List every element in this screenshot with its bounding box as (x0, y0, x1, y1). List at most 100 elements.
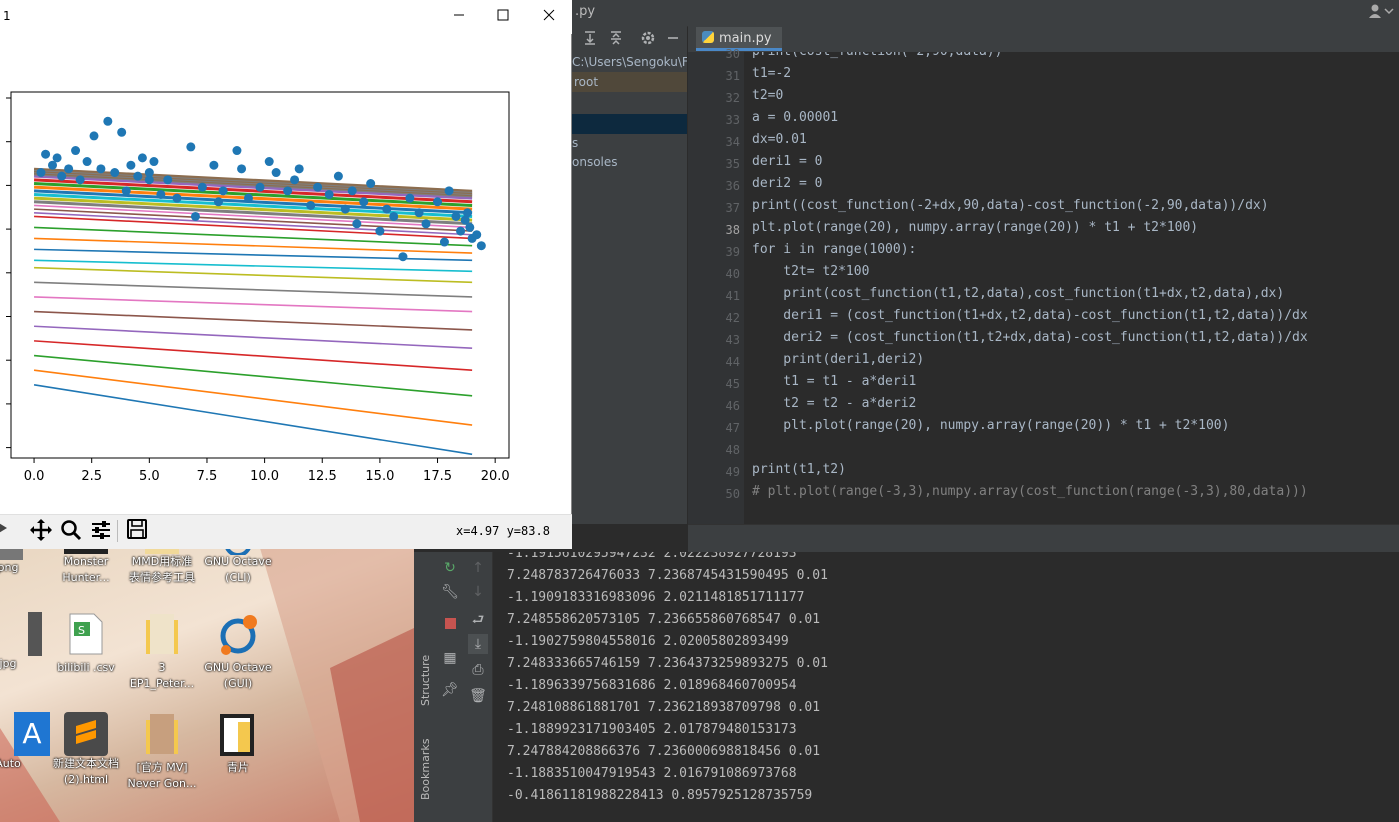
tab-label: main.py (719, 31, 772, 46)
desktop-icon[interactable]: Monster Hunter... (48, 548, 124, 586)
data-point (121, 186, 131, 196)
user-account-icon[interactable] (1368, 3, 1396, 21)
window-maximize-button[interactable] (493, 6, 513, 26)
desktop-icon[interactable]: MMD用标准 表情参考工具 (124, 548, 200, 586)
desktop: png Monster Hunter... MMD用标准 表情参考工具 GNU Octav… (0, 548, 414, 822)
code-line[interactable]: print(cost_function(t1,t2,data),cost_fun… (752, 286, 1284, 301)
forward-icon[interactable] (0, 518, 18, 544)
desktop-icon-label: 新建文本文档 (53, 757, 119, 770)
window-minimize-button[interactable] (449, 6, 469, 26)
x-tick-label: 15.0 (365, 469, 394, 484)
line-number: 45 (725, 377, 740, 391)
data-point (190, 211, 200, 221)
minimize-panel-icon[interactable] (666, 30, 680, 50)
x-tick-label: 2.5 (81, 469, 102, 484)
zoom-icon[interactable] (58, 518, 84, 544)
data-point (156, 189, 166, 199)
bookmarks-tab[interactable]: Bookmarks (419, 739, 432, 800)
soft-wrap-icon[interactable]: ⮐ (468, 610, 488, 630)
data-point (306, 200, 316, 210)
expand-all-icon[interactable] (582, 30, 598, 50)
desktop-icon[interactable]: 青片 (200, 712, 276, 776)
scroll-to-end-icon[interactable]: ⤓ (468, 634, 488, 654)
project-path[interactable]: C:\Users\Sengoku\F (572, 55, 687, 69)
code-line[interactable]: deri1 = 0 (752, 154, 822, 169)
console-line: 7.248333665746159 7.2364373259893275 0.0… (507, 656, 828, 671)
plot-canvas[interactable]: 0.0 2.5 5.0 7.5 10.0 12.5 15.0 17.5 20.0 (0, 34, 571, 514)
code-line[interactable]: print(cost_function(-2,90,data)) (752, 52, 1002, 59)
code-line[interactable]: t2=0 (752, 88, 783, 103)
code-line[interactable]: t2t= t2*100 (752, 264, 869, 279)
data-point (366, 179, 376, 188)
code-line[interactable]: t1 = t1 - a*deri1 (752, 374, 916, 389)
desktop-icon[interactable]: 新建文本文档 (2).html (48, 712, 124, 788)
project-item-libraries[interactable]: s (572, 136, 578, 150)
gear-icon[interactable] (640, 30, 656, 50)
figure-title-bar (0, 0, 572, 34)
data-point (209, 160, 219, 170)
structure-tab[interactable]: Structure (419, 655, 432, 706)
pan-icon[interactable] (28, 518, 54, 544)
code-line[interactable]: print(t1,t2) (752, 462, 846, 477)
rerun-icon[interactable]: ↻ (440, 558, 460, 578)
code-line[interactable]: print((cost_function(-2+dx,90,data)-cost… (752, 198, 1269, 213)
project-root[interactable]: root (572, 72, 687, 92)
data-point (96, 164, 106, 174)
data-point (421, 219, 431, 229)
code-line[interactable]: t1=-2 (752, 66, 791, 81)
project-item-scratches-consoles[interactable]: onsoles (572, 155, 618, 169)
trash-icon[interactable]: 🗑︎ (468, 686, 488, 706)
code-editor[interactable]: print(cost_function(-2,90,data)) t1=-2 t2=… (744, 52, 1399, 524)
project-toolbar (572, 26, 687, 53)
print-icon[interactable]: ⎙ (468, 660, 488, 680)
desktop-icon[interactable]: GNU Octave (GUI) (200, 612, 276, 692)
code-line[interactable]: plt.plot(range(20), numpy.array(range(20… (752, 220, 1198, 235)
code-line[interactable]: deri1 = (cost_function(t1+dx,t2,data)-co… (752, 308, 1307, 323)
data-point (149, 157, 159, 167)
desktop-icon-label: 3 (158, 661, 166, 674)
panel-splitter[interactable] (688, 524, 1399, 554)
data-point (264, 157, 274, 167)
desktop-icon[interactable]: Sbilibili .csv (48, 612, 124, 676)
data-point (375, 226, 385, 236)
code-line[interactable]: t2 = t2 - a*deri2 (752, 396, 916, 411)
data-point (439, 237, 449, 247)
code-line[interactable]: deri2 = 0 (752, 176, 822, 191)
project-selected-item[interactable] (572, 114, 687, 134)
code-line[interactable]: dx=0.01 (752, 132, 807, 147)
configure-subplots-icon[interactable] (88, 518, 114, 544)
python-file-icon (702, 31, 714, 43)
desktop-icon-label: bilibili .csv (57, 661, 115, 674)
desktop-icon[interactable]: png (0, 548, 46, 576)
cursor-coordinates: x=4.97 y=83.8 (456, 524, 550, 538)
data-point (313, 182, 323, 192)
stop-icon[interactable] (440, 614, 460, 634)
code-line[interactable]: plt.plot(range(20), numpy.array(range(20… (752, 418, 1229, 433)
desktop-icon[interactable]: 3 EP1_Peter... (124, 612, 200, 692)
run-console[interactable]: -1.1915610295947232 2.022238927728193 7.2… (493, 552, 1399, 822)
desktop-icon[interactable]: [官方 MV] Never Gon... (124, 712, 200, 792)
pin-icon[interactable]: 📌︎ (440, 680, 460, 700)
code-line[interactable]: for i in range(1000): (752, 242, 916, 257)
save-icon[interactable] (124, 518, 150, 544)
code-line[interactable]: # plt.plot(range(-3,3),numpy.array(cost_… (752, 484, 1308, 499)
code-line[interactable]: print(deri1,deri2) (752, 352, 924, 367)
line-number: 47 (725, 421, 740, 435)
wrench-icon[interactable]: 🔧︎ (440, 582, 460, 602)
desktop-icon[interactable]: jpg (0, 612, 46, 672)
desktop-icon[interactable]: AAuto (0, 712, 50, 772)
window-close-button[interactable] (539, 6, 559, 26)
toolbar-separator (117, 520, 118, 542)
collapse-all-icon[interactable] (608, 30, 624, 50)
code-line[interactable]: a = 0.00001 (752, 110, 838, 125)
code-line[interactable]: deri2 = (cost_function(t1,t2+dx,data)-co… (752, 330, 1307, 345)
editor-tab-bar (688, 26, 1399, 53)
desktop-icon-label: (2).html (63, 773, 109, 786)
data-point (352, 219, 362, 229)
data-point (103, 116, 113, 126)
desktop-icon[interactable]: GNU Octave (CLI) (200, 548, 276, 586)
arrow-down-icon[interactable]: ↓ (468, 582, 488, 602)
arrow-up-icon[interactable]: ↑ (468, 558, 488, 578)
layout-icon[interactable]: ▦ (440, 648, 460, 668)
x-tick-label: 7.5 (197, 469, 218, 484)
